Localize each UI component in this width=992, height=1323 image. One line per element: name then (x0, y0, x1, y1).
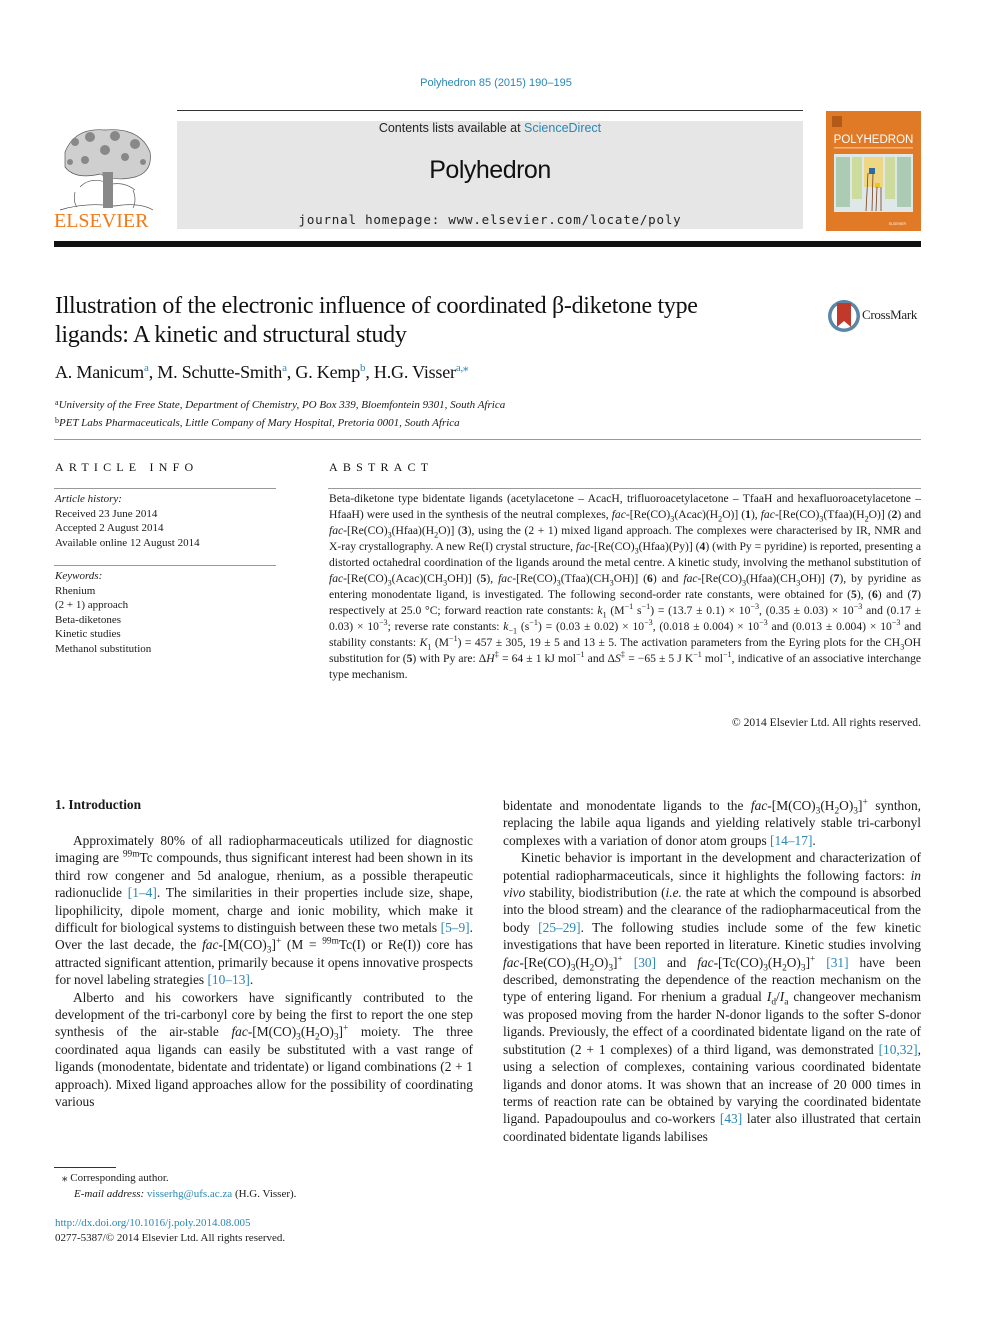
article-history: Article history: Received 23 June 2014 A… (55, 492, 200, 550)
sciencedirect-link[interactable]: ScienceDirect (524, 121, 601, 135)
author-name[interactable]: A. Manicum (55, 362, 144, 382)
journal-title: Polyhedron (429, 156, 551, 184)
abstract-divider (328, 488, 921, 489)
article-title-line-1: Illustration of the electronic influence… (55, 293, 698, 319)
cover-title: POLYHEDRON (834, 134, 914, 146)
affiliations: aUniversity of the Free State, Departmen… (55, 395, 505, 431)
citation-link[interactable]: [14–17] (770, 833, 812, 848)
citation-link[interactable]: [25–29] (538, 920, 580, 935)
affiliation-a: aUniversity of the Free State, Departmen… (55, 395, 505, 413)
citation-link[interactable]: [10,32] (879, 1042, 918, 1057)
keyword: Beta-diketones (55, 613, 121, 626)
author-name[interactable]: M. Schutte-Smith (157, 362, 282, 382)
paragraph: Alberto and his coworkers have significa… (55, 989, 473, 1110)
history-received: Received 23 June 2014 (55, 507, 158, 520)
journal-homepage[interactable]: journal homepage: www.elsevier.com/locat… (177, 212, 803, 227)
footnote-rule (54, 1167, 116, 1168)
crossmark-label[interactable]: CrossMark (862, 307, 917, 323)
email-link[interactable]: visserhg@ufs.ac.za (147, 1188, 232, 1200)
citation-link[interactable]: [43] (720, 1111, 742, 1126)
paragraph: bidentate and monodentate ligands to the… (503, 797, 921, 848)
history-online: Available online 12 August 2014 (55, 536, 200, 549)
issn-copyright: 0277-5387/© 2014 Elsevier Ltd. All right… (55, 1232, 286, 1244)
body-column-right: bidentate and monodentate ligands to the… (503, 797, 921, 1145)
svg-text:ELSEVIER: ELSEVIER (889, 222, 907, 226)
article-title-line-2: ligands: A kinetic and structural study (55, 322, 407, 348)
affiliation-mark[interactable]: b (360, 362, 366, 374)
email-label: E-mail address: (74, 1188, 145, 1200)
journal-cover-image[interactable]: POLYHEDRON ELSEVIER (826, 111, 921, 231)
doi-block: http://dx.doi.org/10.1016/j.poly.2014.08… (55, 1216, 285, 1246)
header-divider (54, 241, 921, 247)
body-column-left: Approximately 80% of all radiopharmaceut… (55, 832, 473, 1111)
affiliation-b: bPET Labs Pharmaceuticals, Little Compan… (55, 413, 505, 431)
keyword: Methanol substitution (55, 642, 152, 655)
citation-link[interactable]: [5–9] (441, 920, 470, 935)
affiliation-text: PET Labs Pharmaceuticals, Little Company… (59, 417, 460, 429)
affiliation-text: University of the Free State, Department… (58, 399, 506, 411)
header-rule (177, 110, 803, 111)
abstract-copyright: © 2014 Elsevier Ltd. All rights reserved… (731, 716, 921, 729)
keywords: Keywords: Rhenium (2 + 1) approach Beta-… (55, 569, 151, 656)
citation-link[interactable]: [1–4] (128, 885, 157, 900)
citation-link[interactable]: [31] (826, 955, 848, 970)
paragraph: Approximately 80% of all radiopharmaceut… (55, 833, 474, 988)
elsevier-wordmark: ELSEVIER (54, 210, 149, 232)
history-accepted: Accepted 2 August 2014 (55, 522, 164, 534)
affiliation-divider (54, 439, 921, 440)
author-name[interactable]: H.G. Visser (374, 362, 456, 382)
email-line: E-mail address: visserhg@ufs.ac.za (H.G.… (62, 1186, 296, 1202)
corresponding-author-note: ⁎ Corresponding author. (62, 1172, 169, 1184)
section-heading-introduction: 1. Introduction (55, 797, 142, 812)
citation-link[interactable]: [10–13] (207, 972, 249, 987)
history-label: Article history: (55, 493, 122, 505)
affiliation-mark[interactable]: a,⁎ (456, 362, 469, 374)
footnotes: ⁎ Corresponding author. E-mail address: … (62, 1170, 296, 1202)
author-name[interactable]: G. Kemp (295, 362, 360, 382)
article-info-heading: ARTICLE INFO (55, 460, 199, 474)
email-suffix: (H.G. Visser). (232, 1188, 297, 1200)
contents-prefix: Contents lists available at (378, 121, 525, 135)
citation-link[interactable]: [30] (634, 955, 656, 970)
affiliation-mark[interactable]: a (282, 362, 287, 374)
keywords-divider (54, 565, 276, 566)
abstract-body: Beta-diketone type bidentate ligands (ac… (329, 492, 922, 681)
keyword: Kinetic studies (55, 628, 121, 640)
affiliation-mark[interactable]: a (144, 362, 149, 374)
article-info-divider (54, 488, 276, 489)
article-title: Illustration of the electronic influence… (55, 292, 815, 350)
journal-citation[interactable]: Polyhedron 85 (2015) 190–195 (0, 77, 992, 89)
paragraph: Kinetic behavior is important in the dev… (503, 850, 921, 1144)
abstract-heading: ABSTRACT (329, 460, 434, 474)
contents-line: Contents lists available at ScienceDirec… (177, 121, 803, 135)
author-list: A. Manicuma, M. Schutte-Smitha, G. Kempb… (55, 362, 469, 382)
keyword: (2 + 1) approach (55, 599, 129, 611)
keywords-label: Keywords: (55, 570, 103, 582)
keyword: Rhenium (55, 584, 96, 597)
doi-link[interactable]: http://dx.doi.org/10.1016/j.poly.2014.08… (55, 1217, 251, 1229)
